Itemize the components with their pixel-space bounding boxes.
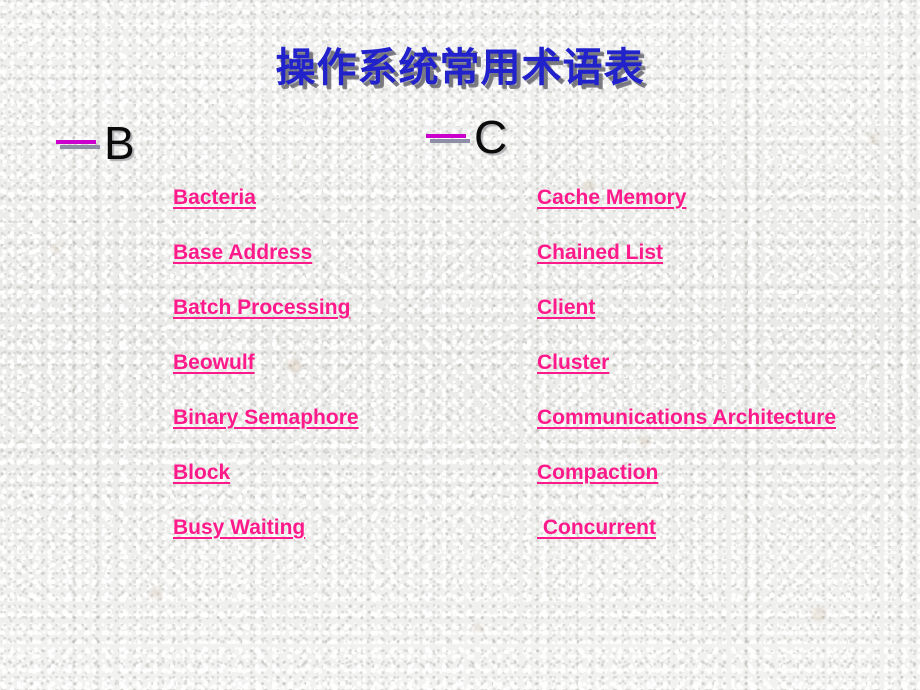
dash-marker-icon xyxy=(426,130,470,144)
page-title: 操作系统常用术语表 xyxy=(275,45,645,91)
term-link[interactable]: Cache Memory xyxy=(537,186,686,241)
term-link[interactable]: Compaction xyxy=(537,461,658,516)
section-heading-b: B xyxy=(56,120,135,166)
term-link[interactable]: Chained List xyxy=(537,241,663,296)
dash-shadow-bar xyxy=(430,139,470,143)
term-link[interactable]: Client xyxy=(537,296,595,351)
slide-canvas: 操作系统常用术语表 B C Bacteria Base Address Batc… xyxy=(0,0,920,690)
dash-shadow-bar xyxy=(60,145,100,149)
dash-marker-icon xyxy=(56,136,100,150)
term-link[interactable]: Base Address xyxy=(173,241,312,296)
dash-main-bar xyxy=(56,140,96,144)
term-link[interactable]: Bacteria xyxy=(173,186,256,241)
term-link[interactable]: Communications Architecture xyxy=(537,406,836,461)
section-letter-c: C xyxy=(474,111,508,163)
term-link[interactable]: Concurrent xyxy=(537,516,656,571)
term-link[interactable]: Busy Waiting xyxy=(173,516,305,571)
term-link[interactable]: Block xyxy=(173,461,230,516)
term-link[interactable]: Beowulf xyxy=(173,351,255,406)
section-heading-c: C xyxy=(426,114,507,160)
term-link[interactable]: Binary Semaphore xyxy=(173,406,359,461)
dash-main-bar xyxy=(426,134,466,138)
term-link[interactable]: Batch Processing xyxy=(173,296,350,351)
term-list-c: Cache Memory Chained List Client Cluster… xyxy=(537,186,836,571)
section-letter-b: B xyxy=(104,117,135,169)
term-list-b: Bacteria Base Address Batch Processing B… xyxy=(173,186,359,571)
term-link[interactable]: Cluster xyxy=(537,351,609,406)
